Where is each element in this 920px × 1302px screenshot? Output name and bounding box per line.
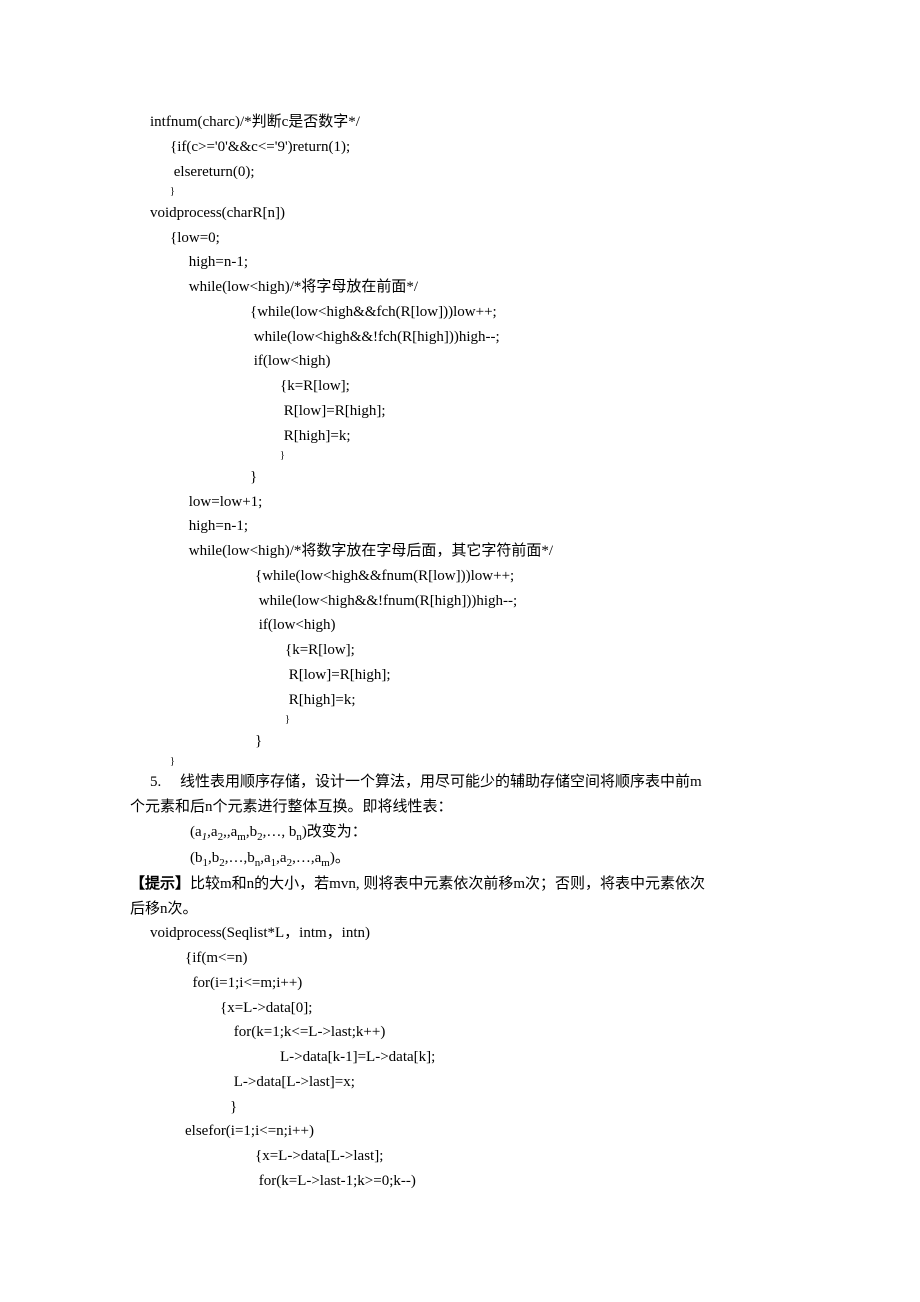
code-line: } (130, 465, 850, 490)
code-line: } (130, 754, 850, 771)
question-text-cont: 个元素和后n个元素进行整体互换。即将线性表： (130, 795, 850, 820)
text: )改变为： (302, 824, 367, 840)
code-line: intfnum(charc)/*判断c是否数字*/ (130, 110, 850, 135)
code-line: voidprocess(Seqlist*L，intm，intn) (130, 921, 850, 946)
code-line: {k=R[low]; (130, 374, 850, 399)
code-line: {if(m<=n) (130, 946, 850, 971)
text: ,a (207, 824, 217, 840)
code-line: if(low<high) (130, 349, 850, 374)
code-line: R[high]=k; (130, 424, 850, 449)
text: ,…, b (263, 824, 297, 840)
code-line: while(low<high&&!fch(R[high]))high--; (130, 325, 850, 350)
code-line: elsefor(i=1;i<=n;i++) (130, 1119, 850, 1144)
code-line: elsereturn(0); (130, 160, 850, 185)
formula-2: (b1,b2,…,bn,a1,a2,…,am)。 (130, 846, 850, 872)
code-line: } (130, 1095, 850, 1120)
code-line: voidprocess(charR[n]) (130, 201, 850, 226)
code-line: } (130, 448, 850, 465)
code-line: L->data[L->last]=x; (130, 1070, 850, 1095)
hint-label: 【提示】 (130, 876, 190, 892)
subscript: m (237, 831, 246, 843)
text: (a (190, 824, 202, 840)
text: )。 (330, 850, 350, 866)
text: ,a (276, 850, 286, 866)
code-line: while(low<high)/*将数字放在字母后面，其它字符前面*/ (130, 539, 850, 564)
text: ,…,a (292, 850, 321, 866)
code-line: {low=0; (130, 226, 850, 251)
code-line: if(low<high) (130, 613, 850, 638)
text: ,a (260, 850, 270, 866)
code-line: {x=L->data[0]; (130, 996, 850, 1021)
formula-1: (a1,a2,,am,b2,…, bn)改变为： (130, 820, 850, 846)
code-line: for(k=L->last-1;k>=0;k--) (130, 1169, 850, 1194)
document-page: intfnum(charc)/*判断c是否数字*/ {if(c>='0'&&c<… (0, 0, 920, 1254)
subscript: m (321, 857, 330, 869)
code-line: while(low<high&&!fnum(R[high]))high--; (130, 589, 850, 614)
code-line: } (130, 712, 850, 729)
code-line: } (130, 184, 850, 201)
code-line: {while(low<high&&fch(R[low]))low++; (130, 300, 850, 325)
text: ,,a (223, 824, 237, 840)
code-line: {if(c>='0'&&c<='9')return(1); (130, 135, 850, 160)
text: (b (190, 850, 203, 866)
code-line: } (130, 729, 850, 754)
code-line: R[high]=k; (130, 688, 850, 713)
code-line: for(i=1;i<=m;i++) (130, 971, 850, 996)
code-line: {k=R[low]; (130, 638, 850, 663)
question-5: 5. 线性表用顺序存储，设计一个算法，用尽可能少的辅助存储空间将顺序表中前m (130, 770, 850, 795)
code-line: for(k=1;k<=L->last;k++) (130, 1020, 850, 1045)
hint-text: 比较m和n的大小，若mvn, 则将表中元素依次前移m次；否则，将表中元素依次 (190, 876, 705, 892)
code-line: R[low]=R[high]; (130, 399, 850, 424)
code-line: {while(low<high&&fnum(R[low]))low++; (130, 564, 850, 589)
code-line: high=n-1; (130, 250, 850, 275)
code-line: low=low+1; (130, 490, 850, 515)
hint-line: 【提示】比较m和n的大小，若mvn, 则将表中元素依次前移m次；否则，将表中元素… (130, 872, 850, 897)
text: ,…,b (225, 850, 255, 866)
code-line: while(low<high)/*将字母放在前面*/ (130, 275, 850, 300)
code-line: {x=L->data[L->last]; (130, 1144, 850, 1169)
code-line: high=n-1; (130, 514, 850, 539)
hint-text-cont: 后移n次。 (130, 897, 850, 922)
question-text: 线性表用顺序存储，设计一个算法，用尽可能少的辅助存储空间将顺序表中前m (180, 774, 702, 790)
text: ,b (246, 824, 257, 840)
question-number: 5. (150, 774, 161, 790)
text: ,b (208, 850, 219, 866)
code-line: R[low]=R[high]; (130, 663, 850, 688)
code-line: L->data[k-1]=L->data[k]; (130, 1045, 850, 1070)
